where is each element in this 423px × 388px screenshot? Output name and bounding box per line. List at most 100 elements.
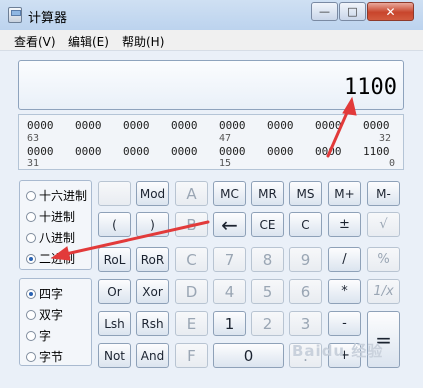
radio-label: 字 <box>39 329 52 343</box>
radio-dec[interactable]: 十进制 <box>26 208 75 225</box>
radio-label: 十六进制 <box>39 189 88 203</box>
digit-6-key[interactable]: 6 <box>289 279 322 304</box>
menu-edit[interactable]: 编辑(E) <box>68 33 109 50</box>
number-base-group: 十六进制 十进制 八进制 二进制 <box>19 180 92 270</box>
hex-a-key[interactable]: A <box>175 181 208 206</box>
radio-button[interactable] <box>26 211 36 222</box>
backspace-arrow-icon[interactable]: ← <box>213 212 246 237</box>
mod-key[interactable]: Mod <box>136 181 169 206</box>
hex-b-key[interactable]: B <box>175 212 208 237</box>
radio-label: 二进制 <box>39 252 76 266</box>
sqrt-button[interactable]: √ <box>367 212 400 237</box>
bit-group: 0000 <box>219 145 246 158</box>
hex-f-key[interactable]: F <box>175 343 208 368</box>
radio-button[interactable] <box>26 232 36 243</box>
divide-button[interactable]: / <box>328 247 361 272</box>
left-shift-button[interactable]: Lsh <box>98 311 131 336</box>
rotate-right-button[interactable]: RoR <box>136 247 169 272</box>
bit-group: 0000 <box>315 145 342 158</box>
digit-0-key[interactable]: 0 <box>213 343 284 368</box>
radio-label: 十进制 <box>39 210 76 224</box>
bit-position-label: 47 <box>219 133 232 144</box>
bit-group: 0000 <box>171 145 198 158</box>
radio-button-selected[interactable] <box>26 253 36 264</box>
digit-9-key[interactable]: 9 <box>289 247 322 272</box>
memory-subtract-button[interactable]: M- <box>367 181 400 206</box>
bit-group: 0000 <box>171 119 198 132</box>
watermark: Baidu 经验 <box>292 342 384 360</box>
memory-recall-button[interactable]: MR <box>251 181 284 206</box>
digit-4-key[interactable]: 4 <box>213 279 246 304</box>
bit-position-label: 15 <box>219 158 232 169</box>
digit-2-key[interactable]: 2 <box>251 311 284 336</box>
radio-button[interactable] <box>26 351 36 362</box>
radio-dword[interactable]: 双字 <box>26 306 63 323</box>
calculator-app-icon <box>8 7 22 23</box>
window-title: 计算器 <box>28 11 68 26</box>
digit-1-key[interactable]: 1 <box>213 311 246 336</box>
result-display: 1100 <box>18 60 404 110</box>
display-value: 1100 <box>344 75 397 100</box>
word-size-group: 四字 双字 字 字节 <box>19 278 92 366</box>
negate-button[interactable]: ± <box>328 212 361 237</box>
radio-button[interactable] <box>26 190 36 201</box>
percent-button[interactable]: % <box>367 247 400 272</box>
radio-label: 双字 <box>39 308 64 322</box>
clear-button[interactable]: C <box>289 212 322 237</box>
memory-clear-button[interactable]: MC <box>213 181 246 206</box>
radio-hex[interactable]: 十六进制 <box>26 187 87 204</box>
menu-bar: 查看(V) 编辑(E) 帮助(H) <box>0 30 423 51</box>
minimize-button[interactable]: — <box>311 2 338 21</box>
subtract-button[interactable]: - <box>328 311 361 336</box>
maximize-button[interactable]: □ <box>339 2 366 21</box>
radio-button[interactable] <box>26 309 36 320</box>
radio-label: 四字 <box>39 287 64 301</box>
hex-e-key[interactable]: E <box>175 311 208 336</box>
bit-position-label: 31 <box>27 158 40 169</box>
menu-view[interactable]: 查看(V) <box>14 33 56 50</box>
menu-help[interactable]: 帮助(H) <box>122 33 164 50</box>
reciprocal-button[interactable]: 1/x <box>367 279 400 304</box>
bit-display-panel: 0000 0000 0000 0000 0000 0000 0000 0000 … <box>18 114 404 170</box>
hex-c-key[interactable]: C <box>175 247 208 272</box>
digit-5-key[interactable]: 5 <box>251 279 284 304</box>
radio-bin[interactable]: 二进制 <box>26 250 75 267</box>
bit-group: 0000 <box>75 119 102 132</box>
digit-8-key[interactable]: 8 <box>251 247 284 272</box>
memory-store-button[interactable]: MS <box>289 181 322 206</box>
radio-word[interactable]: 字 <box>26 327 51 344</box>
open-paren-key[interactable]: ( <box>98 212 131 237</box>
bit-group: 0000 <box>219 119 246 132</box>
digit-7-key[interactable]: 7 <box>213 247 246 272</box>
digit-3-key[interactable]: 3 <box>289 311 322 336</box>
bit-group: 0000 <box>27 145 54 158</box>
bit-group: 0000 <box>123 145 150 158</box>
not-button[interactable]: Not <box>98 343 131 368</box>
radio-byte[interactable]: 字节 <box>26 348 63 365</box>
right-shift-button[interactable]: Rsh <box>136 311 169 336</box>
rotate-left-button[interactable]: RoL <box>98 247 131 272</box>
and-button[interactable]: And <box>136 343 169 368</box>
bit-group: 0000 <box>75 145 102 158</box>
bit-position-label: 63 <box>27 133 40 144</box>
radio-button-selected[interactable] <box>26 288 36 299</box>
xor-button[interactable]: Xor <box>136 279 169 304</box>
bit-group: 1100 <box>363 145 390 158</box>
bit-group: 0000 <box>267 145 294 158</box>
clear-entry-button[interactable]: CE <box>251 212 284 237</box>
or-button[interactable]: Or <box>98 279 131 304</box>
hex-d-key[interactable]: D <box>175 279 208 304</box>
radio-qword[interactable]: 四字 <box>26 285 63 302</box>
close-button[interactable]: ✕ <box>367 2 414 21</box>
blank-key <box>98 181 131 206</box>
multiply-button[interactable]: * <box>328 279 361 304</box>
radio-oct[interactable]: 八进制 <box>26 229 75 246</box>
bit-group: 0000 <box>27 119 54 132</box>
radio-button[interactable] <box>26 330 36 341</box>
title-bar: 计算器 — □ ✕ <box>0 0 423 31</box>
bit-position-label: 0 <box>389 158 396 169</box>
radio-label: 八进制 <box>39 231 76 245</box>
close-paren-key[interactable]: ) <box>136 212 169 237</box>
memory-add-button[interactable]: M+ <box>328 181 361 206</box>
radio-label: 字节 <box>39 350 64 364</box>
